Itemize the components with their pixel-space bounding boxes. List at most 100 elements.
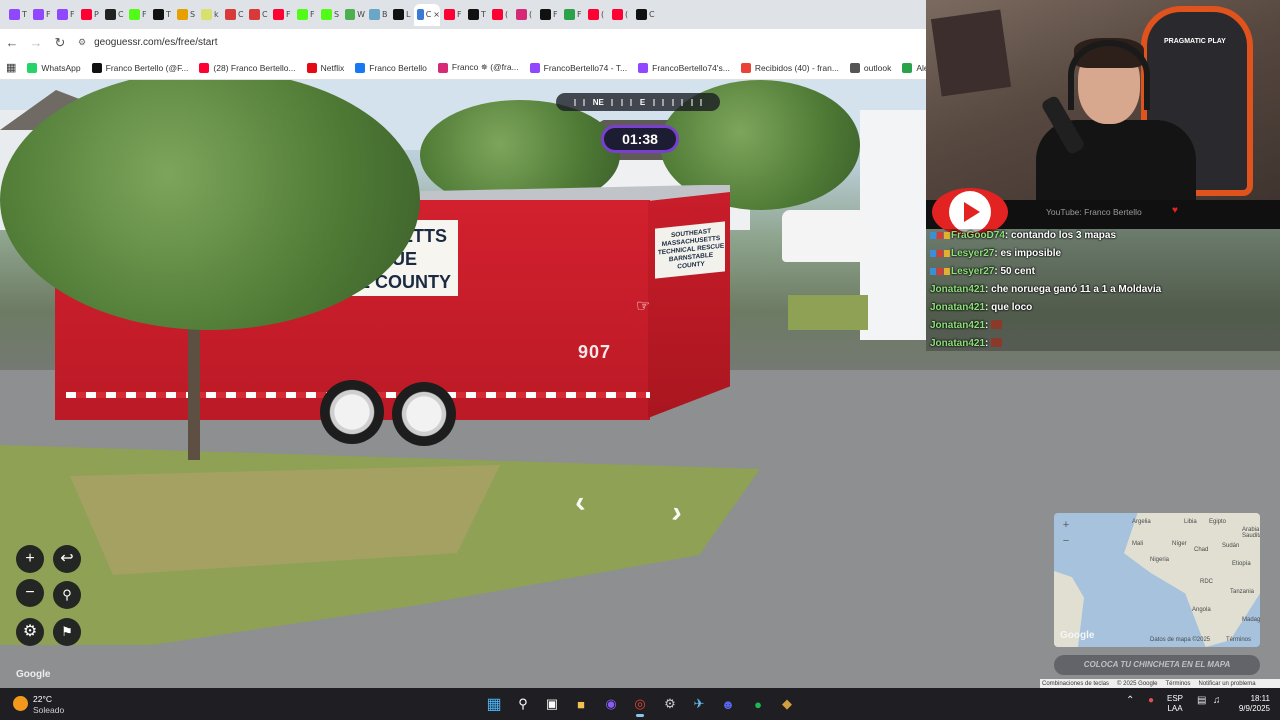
mic-tray-icon[interactable]: ●: [1148, 695, 1154, 706]
forward-button[interactable]: →: [24, 35, 48, 50]
chat-badge-icon: [944, 232, 950, 239]
bookmark-item[interactable]: outlook: [849, 62, 891, 73]
browser-tab[interactable]: P: [78, 4, 101, 26]
bookmark-item[interactable]: FrancoBertello74's...: [638, 62, 730, 73]
browser-tab[interactable]: C ×: [414, 3, 440, 26]
bookmark-item[interactable]: Franco Bertello (@F...: [91, 62, 189, 73]
close-tab-icon[interactable]: ×: [433, 10, 440, 19]
browser-tab[interactable]: F: [270, 4, 293, 26]
bookmark-item[interactable]: (28) Franco Bertello...: [199, 62, 296, 73]
address-bar[interactable]: ⚙ geoguessr.com/es/free/start: [78, 37, 217, 48]
weather-sun-icon[interactable]: [13, 696, 28, 711]
browser-tab[interactable]: L: [390, 4, 413, 26]
place-pin-button[interactable]: COLOCA TU CHINCHETA EN EL MAPA: [1054, 655, 1260, 675]
back-button[interactable]: ←: [0, 35, 24, 50]
browser-tab[interactable]: T: [150, 4, 173, 26]
browser-tab[interactable]: (: [489, 4, 512, 26]
chat-badge-icon: [930, 268, 936, 275]
tab-title: (: [625, 10, 629, 19]
language-indicator[interactable]: ESP LAA: [1167, 694, 1183, 714]
mouse-cursor-icon: ☞: [636, 298, 651, 315]
chat-badge-icon: [937, 232, 943, 239]
bookmark-item[interactable]: Aler: [902, 62, 926, 73]
attribution-item[interactable]: Combinaciones de teclas: [1042, 681, 1109, 687]
weather-condition[interactable]: Soleado: [33, 705, 64, 715]
bookmark-item[interactable]: WhatsApp: [27, 62, 81, 73]
discord-icon[interactable]: ☻: [718, 694, 738, 714]
app-icon: [249, 9, 260, 20]
bookmark-label: Franco Bertello (@F...: [105, 62, 189, 73]
network-tray-icon[interactable]: ▤: [1197, 695, 1206, 706]
volume-tray-icon[interactable]: ♫: [1213, 695, 1221, 706]
browser-toolbar: ← → ↻ ⚙ geoguessr.com/es/free/start: [0, 29, 926, 56]
browser-tab[interactable]: C: [222, 4, 245, 26]
browser-tab[interactable]: C: [102, 4, 125, 26]
bookmark-item[interactable]: FrancoBertello74 - T...: [529, 62, 627, 73]
browser-tab[interactable]: F: [294, 4, 317, 26]
browser-tab[interactable]: (: [585, 4, 608, 26]
browser-tab[interactable]: (: [513, 4, 536, 26]
undo-move-button[interactable]: ↩: [53, 545, 81, 573]
reload-button[interactable]: ↻: [48, 35, 72, 51]
compass-tick: [662, 98, 665, 106]
attribution-item[interactable]: Términos: [1166, 681, 1191, 687]
attribution-item[interactable]: Notificar un problema: [1199, 681, 1256, 687]
map-country-label: Mali: [1132, 541, 1144, 547]
bookmark-item[interactable]: Recibidos (40) - fran...: [740, 62, 839, 73]
steam-icon[interactable]: ✈: [689, 694, 709, 714]
obs-app-icon[interactable]: ◉: [601, 694, 621, 714]
browser-tab[interactable]: C: [246, 4, 269, 26]
browser-tab[interactable]: F: [561, 4, 584, 26]
settings-button[interactable]: ⚙: [16, 618, 44, 646]
zoom-in-button[interactable]: +: [16, 545, 44, 573]
spotify-icon[interactable]: ●: [748, 694, 768, 714]
browser-tab[interactable]: F: [537, 4, 560, 26]
return-to-start-button[interactable]: ⚲: [53, 581, 81, 609]
tab-title: L: [406, 10, 411, 19]
browser-tab[interactable]: F: [30, 4, 53, 26]
system-clock[interactable]: 18:11 9/9/2025: [1226, 694, 1270, 714]
apps-grid-icon[interactable]: ▦: [6, 61, 16, 74]
tab-title: C: [118, 10, 124, 19]
chat-badge-icon: [930, 250, 936, 257]
map-zoom-in-button[interactable]: +: [1060, 519, 1072, 531]
site-info-icon[interactable]: ⚙: [78, 37, 86, 48]
tab-title: W: [357, 10, 365, 19]
browser-tab[interactable]: C: [633, 4, 656, 26]
browser-tab[interactable]: F: [441, 4, 464, 26]
windows-start-icon[interactable]: ▦: [484, 694, 504, 714]
streaming-app-icon[interactable]: ⚙: [660, 694, 680, 714]
chrome-icon[interactable]: ◎: [630, 694, 650, 714]
bookmark-item[interactable]: Netflix: [306, 62, 344, 73]
search-icon[interactable]: ⚲: [513, 694, 533, 714]
browser-tab[interactable]: F: [54, 4, 77, 26]
weather-temperature[interactable]: 22°C: [33, 694, 52, 704]
browser-tab[interactable]: k: [198, 4, 221, 26]
flag-button[interactable]: ⚑: [53, 618, 81, 646]
app-icon: [369, 9, 380, 20]
browser-tab[interactable]: S: [318, 4, 341, 26]
map-zoom-out-button[interactable]: −: [1060, 535, 1072, 547]
app-icon: [201, 9, 212, 20]
bookmark-item[interactable]: Franco Bertello: [355, 62, 427, 73]
tray-chevron-icon[interactable]: ⌃: [1126, 695, 1134, 706]
tab-title: (: [529, 10, 533, 19]
browser-tab[interactable]: (: [609, 4, 632, 26]
chat-text: : 50 cent: [994, 266, 1035, 277]
zoom-out-button[interactable]: −: [16, 579, 44, 607]
tab-title: T: [166, 10, 171, 19]
browser-tab[interactable]: W: [342, 4, 365, 26]
browser-tab[interactable]: T: [6, 4, 29, 26]
bookmark-item[interactable]: Franco ✵ (@fra...: [437, 62, 519, 73]
browser-tab[interactable]: S: [174, 4, 197, 26]
file-explorer-icon[interactable]: ■: [571, 694, 591, 714]
app-shield-icon[interactable]: ◆: [777, 694, 797, 714]
map-terms-label[interactable]: Términos: [1226, 637, 1251, 643]
browser-tab[interactable]: T: [465, 4, 488, 26]
guess-map[interactable]: Argelia Libia Egipto Arabia Saudita Mali Níge…: [1054, 513, 1260, 647]
chair-logo: PRAGMATIC PLAY: [1164, 38, 1226, 45]
attribution-item[interactable]: © 2025 Google: [1117, 681, 1157, 687]
browser-tab[interactable]: F: [126, 4, 149, 26]
browser-tab[interactable]: B: [366, 4, 389, 26]
task-view-icon[interactable]: ▣: [542, 694, 562, 714]
